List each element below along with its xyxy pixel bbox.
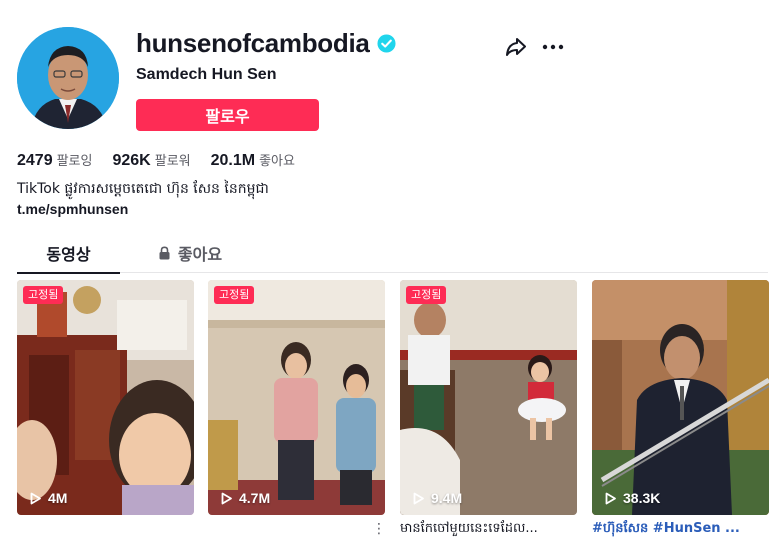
- more-icon[interactable]: [540, 34, 566, 60]
- profile-bio: TikTok ផ្លូវការសម្ដេចតេជោ ហ៊ុន សែន នៃកម្…: [17, 181, 269, 197]
- profile-tabs: 동영상 좋아요: [17, 233, 768, 274]
- stat-followers-label: 팔로워: [154, 154, 191, 169]
- video-card[interactable]: 고정됨 4.7M: [208, 280, 385, 515]
- view-count-value: 4.7M: [239, 490, 271, 506]
- video-card[interactable]: 고정됨 9.4M: [400, 280, 577, 515]
- video-thumbnail: [17, 280, 194, 515]
- video-thumbnail: [208, 280, 385, 515]
- profile-stats: 2479 팔로잉 926K 팔로워 20.1M 좋아요: [17, 150, 295, 170]
- stat-followers-count: 926K: [112, 152, 151, 169]
- profile-avatar[interactable]: [17, 27, 119, 129]
- share-icon[interactable]: [503, 34, 529, 60]
- play-icon: [30, 492, 41, 504]
- stat-likes-label: 좋아요: [259, 154, 295, 169]
- stat-following[interactable]: 2479 팔로잉: [17, 150, 92, 170]
- view-count: 4.7M: [220, 490, 270, 506]
- tab-liked-label: 좋아요: [177, 245, 223, 264]
- stat-likes-count: 20.1M: [210, 152, 256, 169]
- profile-username: hunsenofcambodia: [136, 28, 370, 58]
- profile-nickname: Samdech Hun Sen: [136, 66, 277, 83]
- active-tab-indicator: [17, 272, 120, 274]
- more-options-icon[interactable]: ⋮: [372, 520, 386, 538]
- pinned-badge: 고정됨: [214, 286, 255, 304]
- video-caption[interactable]: #ហ៊ុនសែន #HunSen ...: [592, 520, 769, 538]
- video-thumbnail: [592, 280, 769, 515]
- video-card[interactable]: 고정됨 4M: [17, 280, 194, 515]
- view-count: 38.3K: [604, 490, 660, 506]
- follow-button[interactable]: 팔로우: [136, 99, 319, 131]
- stat-following-count: 2479: [17, 152, 53, 169]
- video-caption[interactable]: មានកែចៅមួយនេះទេដែល...: [400, 520, 577, 538]
- view-count-value: 4M: [48, 490, 68, 506]
- view-count: 9.4M: [412, 490, 462, 506]
- video-card[interactable]: 38.3K: [592, 280, 769, 515]
- tab-videos[interactable]: 동영상: [17, 233, 120, 273]
- tab-liked[interactable]: 좋아요: [135, 233, 245, 273]
- play-icon: [221, 492, 232, 504]
- play-icon: [605, 492, 616, 504]
- verified-badge-icon: [377, 33, 396, 53]
- view-count-value: 38.3K: [623, 490, 661, 506]
- view-count-value: 9.4M: [431, 490, 463, 506]
- profile-link[interactable]: t.me/spmhunsen: [17, 200, 128, 219]
- stat-likes: 20.1M 좋아요: [211, 150, 295, 170]
- lock-icon: [159, 246, 170, 260]
- view-count: 4M: [29, 490, 67, 506]
- play-icon: [413, 492, 424, 504]
- pinned-badge: 고정됨: [406, 286, 447, 304]
- stat-followers[interactable]: 926K 팔로워: [112, 150, 190, 170]
- pinned-badge: 고정됨: [23, 286, 64, 304]
- video-thumbnail: [400, 280, 577, 515]
- stat-following-label: 팔로잉: [56, 154, 93, 169]
